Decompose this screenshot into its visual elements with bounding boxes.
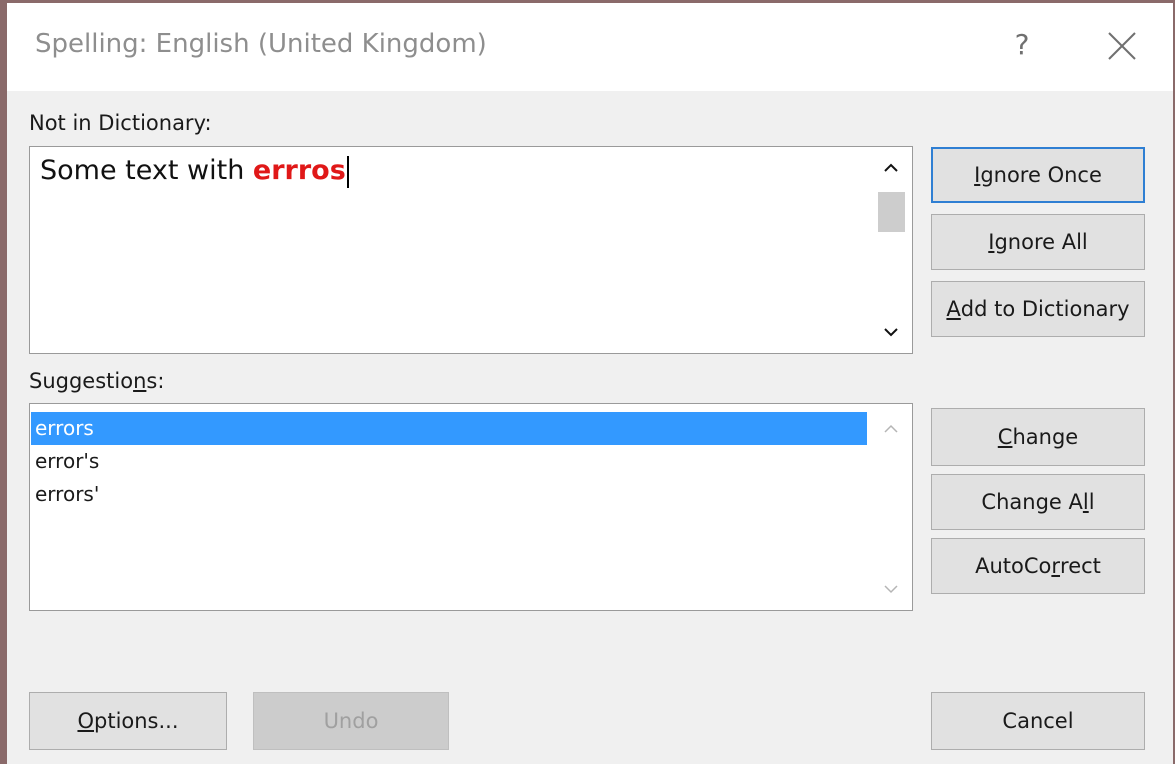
chevron-down-icon [884,585,898,594]
suggestion-item[interactable]: error's [31,445,867,478]
ignore-all-label: gnore All [994,230,1088,254]
options-button[interactable]: Options... [29,692,227,750]
add-to-dictionary-button[interactable]: Add to Dictionary [931,281,1145,337]
close-button[interactable] [1105,29,1139,63]
misspelled-word: errros [252,155,346,186]
close-icon [1108,32,1136,60]
suggestion-item[interactable]: errors' [31,478,867,511]
scroll-up-button[interactable] [871,150,911,186]
chevron-up-icon [884,424,898,433]
suggestions-list[interactable]: errors error's errors' [29,403,913,611]
help-button[interactable]: ? [1007,25,1037,65]
undo-button[interactable]: Undo [253,692,449,750]
chevron-down-icon [884,328,898,337]
ignore-once-label: gnore Once [980,163,1102,187]
scroll-down-button[interactable] [871,314,911,350]
not-in-dictionary-scrollbar[interactable] [871,148,911,352]
cancel-button[interactable]: Cancel [931,692,1145,750]
chevron-up-icon [884,163,898,172]
scroll-thumb[interactable] [878,192,905,232]
options-accel: O [77,709,94,733]
add-to-dictionary-accel: A [946,297,961,321]
suggestions-label: Suggestions: [29,369,164,393]
change-all-button[interactable]: Change All [931,474,1145,530]
suggestions-scrollbar[interactable] [871,405,911,609]
autocorrect-button[interactable]: AutoCo r rect [931,538,1145,594]
ignore-all-button[interactable]: Ignore All [931,214,1145,270]
text-caret [346,155,349,188]
change-label: hange [1012,425,1079,449]
options-label: ptions... [94,709,179,733]
autocorrect-label-post: rect [1060,554,1101,578]
autocorrect-label-pre: AutoCo [975,554,1052,578]
suggestions-label-accel: n [133,369,147,393]
title-bar: Spelling: English (United Kingdom) ? [7,3,1173,91]
change-all-label-pre: Change A [981,490,1083,514]
not-in-dictionary-text: Some text with errros [40,155,349,188]
spelling-dialog: Spelling: English (United Kingdom) ? Not… [7,3,1173,764]
not-in-dictionary-label: Not in Dictionary: [29,111,212,135]
add-to-dictionary-label: dd to Dictionary [960,297,1130,321]
change-button[interactable]: Change [931,408,1145,466]
suggestions-scroll-up-button[interactable] [871,411,911,447]
autocorrect-accel: r [1051,554,1061,578]
not-in-dictionary-textbox[interactable]: Some text with errros [29,146,913,354]
dialog-title: Spelling: English (United Kingdom) [35,29,487,59]
ignore-once-button[interactable]: Ignore Once [931,147,1145,203]
suggestions-label-post: s: [146,369,165,393]
sentence-text: Some text with [40,155,253,186]
suggestions-label-pre: Suggestio [29,369,134,393]
suggestions-scroll-down-button[interactable] [871,571,911,607]
suggestion-item[interactable]: errors [31,412,867,445]
change-all-label-post: l [1088,490,1095,514]
change-accel: C [997,425,1013,449]
